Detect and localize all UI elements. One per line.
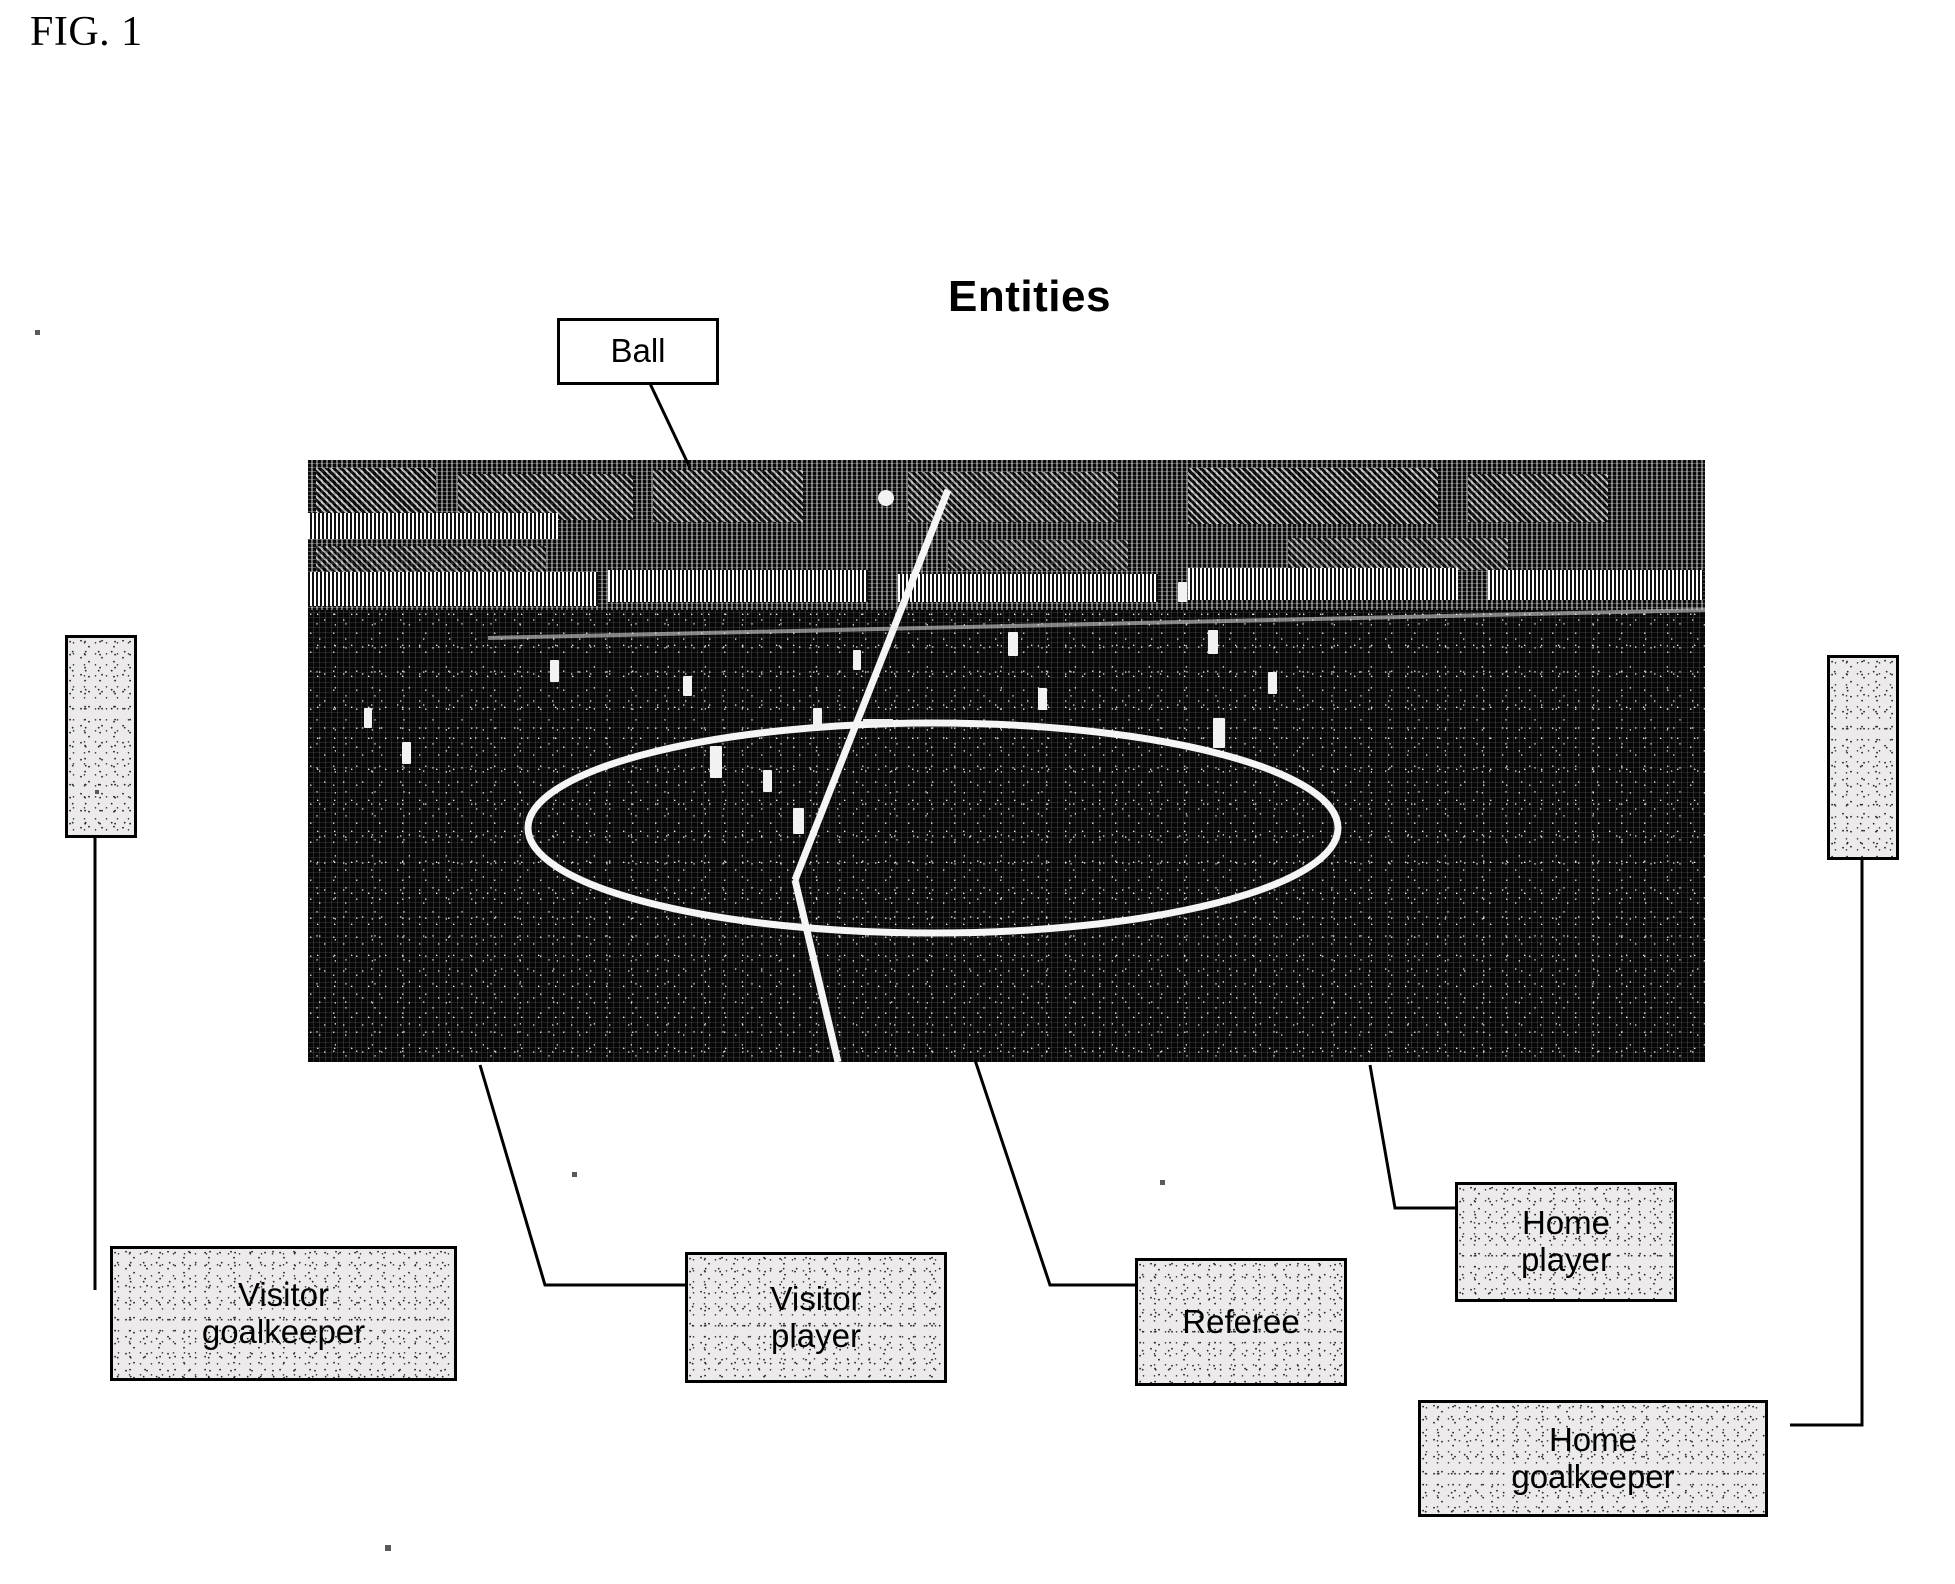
soccer-match-photograph [308, 460, 1705, 1062]
player-mark [763, 770, 772, 792]
player-mark [402, 742, 411, 764]
player-mark [853, 650, 861, 670]
callout-visitor-player: Visitor player [685, 1252, 947, 1383]
far-touch-line [487, 608, 1705, 640]
pitch-markings [487, 488, 1705, 1062]
callout-referee: Referee [1135, 1258, 1347, 1386]
callout-ball: Ball [557, 318, 719, 385]
leader-right-blank [1790, 860, 1864, 1427]
halfway-line-lower [791, 879, 842, 1062]
callout-home-player: Home player [1455, 1182, 1677, 1302]
centre-circle [524, 719, 1342, 937]
callout-right-blank [1827, 655, 1899, 860]
ball-mark [878, 490, 894, 506]
player-mark [1268, 672, 1277, 694]
home-player-mark [1213, 718, 1225, 748]
player-mark [1038, 688, 1047, 710]
home-player-mark [1208, 630, 1218, 654]
leader-home-player [1368, 1064, 1455, 1210]
referee-mark [793, 808, 804, 834]
callout-visitor-goalkeeper: Visitor goalkeeper [110, 1246, 457, 1381]
scan-speck [385, 1545, 391, 1551]
patent-figure-page: FIG. 1 Entities Ball Visitor goalkeeper … [0, 0, 1955, 1584]
figure-title: Entities [948, 272, 1111, 321]
halfway-line [791, 488, 952, 882]
player-mark [683, 676, 692, 696]
scan-speck [35, 330, 40, 335]
leader-referee [973, 1059, 1135, 1287]
player-mark [1008, 632, 1018, 656]
scan-speck [1160, 1180, 1165, 1185]
scan-speck [572, 1172, 577, 1177]
leader-visitor-player [478, 1064, 685, 1287]
figure-number: FIG. 1 [30, 9, 143, 55]
player-mark [550, 660, 559, 682]
callout-left-blank [65, 635, 137, 838]
player-mark [1178, 582, 1187, 602]
player-mark [813, 708, 822, 728]
player-mark [364, 708, 372, 728]
visitor-player-mark [710, 746, 722, 778]
leader-ball [643, 372, 692, 469]
callout-home-goalkeeper: Home goalkeeper [1418, 1400, 1768, 1517]
scan-speck [95, 790, 99, 794]
